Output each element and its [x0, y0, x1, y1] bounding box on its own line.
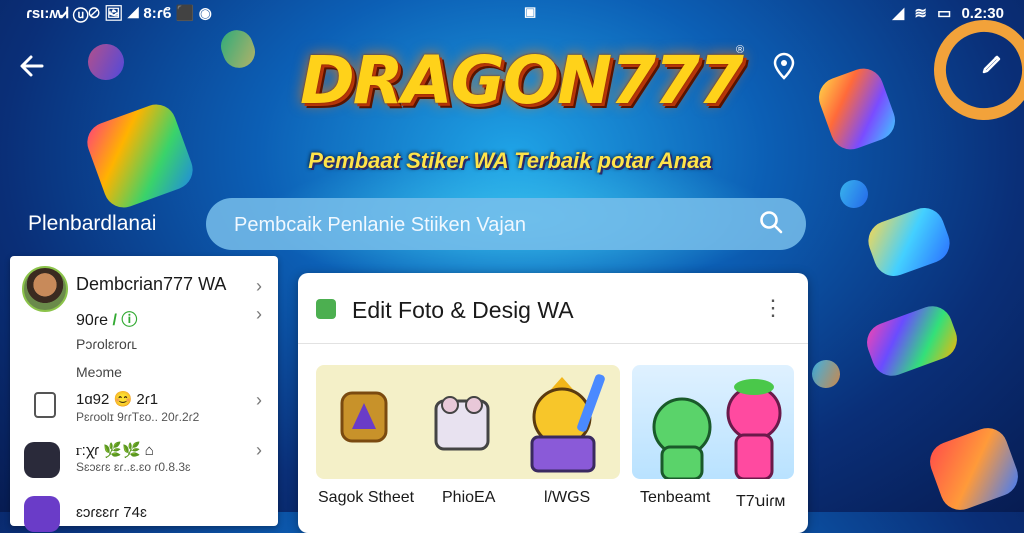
avatar[interactable]: [22, 266, 68, 312]
chevron-right-icon[interactable]: ›: [256, 276, 262, 297]
sticker-caption: PhioEA: [442, 489, 496, 506]
brand-logo: DRAGON777: [300, 42, 744, 119]
profile-stat-value: 90ɾe: [76, 312, 109, 329]
list-item-title: ꮁ:ꭓɾ 🌿🌿 ⌂: [76, 442, 154, 459]
list-item-meta: Sɛɔɛɾɛ ɛɾ..ɛ.ɛo ɾ0.8.3ɛ: [76, 460, 191, 474]
sticker-art: [340, 374, 605, 473]
gem-decoration: [216, 25, 260, 73]
profile-name: Dembcrian777 WA: [76, 274, 227, 294]
editor-title: Edit Foto & Desig WA: [352, 297, 574, 323]
status-bar: ɾsι:ʍᏗ ⓤ⊘ 🖼 ◢ 8:ɾϐ ⬛ ◉ ▣ ◢ ≋ ▭ 0.2:30: [0, 0, 1024, 26]
list-item-meta: Pɛɾoolɪ 9ɾɾTɛo.. 20ɾ.2ɾ2: [76, 410, 200, 424]
status-left: ɾsι:ʍᏗ ⓤ⊘ 🖼 ◢ 8:ɾϐ ⬛ ◉: [26, 5, 212, 22]
wifi-icon: ≋: [914, 5, 927, 22]
gem-decoration: [924, 422, 1024, 516]
tag-icon: [34, 392, 56, 418]
list-item-title: ɛɔɾɛɛɾɾ 74ɛ: [76, 504, 147, 521]
clock-time: 0.2:30: [961, 5, 1004, 22]
signal-icon: ◢: [892, 5, 905, 22]
sticker-caption: Tenbeamt: [640, 489, 711, 506]
sticker-caption: l/WGS: [544, 489, 591, 506]
sticker-tile[interactable]: [632, 365, 794, 479]
gem-decoration: [81, 98, 199, 214]
search-input[interactable]: [232, 208, 756, 242]
app-icon[interactable]: [24, 496, 60, 532]
page-title: Plenbardlanai: [28, 212, 157, 235]
profile-stat-suffix: / ⓘ: [112, 312, 138, 329]
gem-decoration: [861, 300, 963, 382]
editor-card: Edit Foto & Desig WA ⋮ Sagok Stheet Phio…: [298, 273, 808, 533]
tv-app-icon[interactable]: [24, 442, 60, 478]
divider: [298, 343, 808, 344]
map-pin-icon[interactable]: [772, 52, 796, 84]
search-icon[interactable]: [758, 209, 784, 235]
profile-subtitle: Pɔɾolɛroɾʟ: [76, 336, 138, 352]
list-item-title: 1ɑ92 😊 2ɾ1: [76, 391, 159, 408]
gem-decoration: [836, 176, 872, 212]
chevron-right-icon[interactable]: ›: [256, 440, 262, 461]
gem-decoration: [813, 62, 901, 156]
sticker-tile[interactable]: [316, 365, 620, 479]
sim-icon: ▣: [524, 4, 537, 19]
gem-decoration: [82, 38, 130, 86]
editor-badge-icon: [316, 299, 336, 319]
pencil-icon[interactable]: [980, 52, 1004, 80]
battery-icon: ▭: [937, 5, 952, 22]
registered-mark: ®: [736, 44, 745, 56]
more-vertical-icon[interactable]: ⋮: [762, 295, 784, 321]
sticker-art: [652, 379, 782, 479]
gem-decoration: [862, 202, 956, 282]
brand-tagline: Pembaat Stiker WA Terbaik potar Anaa: [308, 148, 712, 173]
search-bar[interactable]: [206, 198, 806, 250]
chevron-right-icon[interactable]: ›: [256, 390, 262, 411]
profile-card: Dembcrian777 WA › 90ɾe / ⓘ › Pɔɾolɛroɾʟ …: [10, 256, 278, 532]
section-label: Meɔme: [76, 364, 122, 380]
arrow-left-icon[interactable]: [18, 52, 46, 84]
gem-decoration: [808, 356, 844, 392]
sticker-caption: T7ꭒiɾᴍ: [736, 493, 786, 510]
chevron-right-icon[interactable]: ›: [256, 304, 262, 325]
profile-stat: 90ɾe / ⓘ: [76, 306, 137, 330]
status-right: ◢ ≋ ▭ 0.2:30: [887, 4, 1004, 22]
sticker-caption: Sagok Stheet: [318, 489, 415, 506]
